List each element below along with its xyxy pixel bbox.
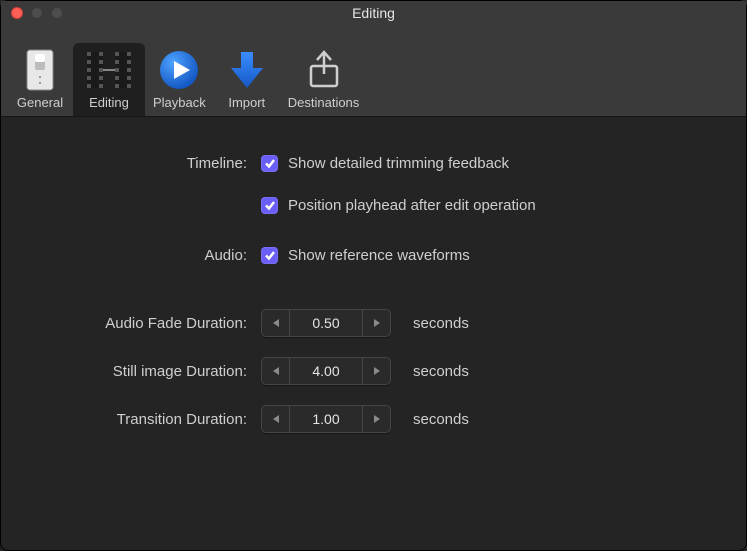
checkbox-reference-waveforms[interactable] <box>261 247 278 264</box>
unit-label: seconds <box>413 363 469 380</box>
transition-label: Transition Duration: <box>41 411 261 428</box>
tab-label: Import <box>228 95 265 110</box>
editing-pane: Timeline: Show detailed trimming feedbac… <box>1 117 746 433</box>
tab-label: Editing <box>89 95 129 110</box>
tab-editing[interactable]: Editing <box>73 43 145 116</box>
stepper-value[interactable]: 1.00 <box>290 406 362 432</box>
tab-import[interactable]: Import <box>214 43 280 116</box>
stepper-decrement[interactable] <box>262 406 290 432</box>
window-title: Editing <box>1 5 746 21</box>
stepper-value[interactable]: 0.50 <box>290 310 362 336</box>
stepper-decrement[interactable] <box>262 358 290 384</box>
checkbox-trimming-feedback[interactable] <box>261 155 278 172</box>
tab-label: General <box>17 95 63 110</box>
audio-label: Audio: <box>41 247 261 264</box>
stepper-value[interactable]: 4.00 <box>290 358 362 384</box>
unit-label: seconds <box>413 315 469 332</box>
tab-label: Destinations <box>288 95 360 110</box>
minimize-window-button[interactable] <box>31 7 43 19</box>
stepper-increment[interactable] <box>362 358 390 384</box>
preferences-toolbar: General <box>1 25 746 117</box>
still-image-label: Still image Duration: <box>41 363 261 380</box>
playback-icon <box>157 47 201 93</box>
titlebar: Editing <box>1 1 746 25</box>
tab-general[interactable]: General <box>7 43 73 116</box>
close-window-button[interactable] <box>11 7 23 19</box>
window-controls <box>11 7 63 19</box>
tab-destinations[interactable]: Destinations <box>280 43 368 116</box>
checkbox-label: Show reference waveforms <box>288 247 470 264</box>
zoom-window-button[interactable] <box>51 7 63 19</box>
checkbox-label: Position playhead after edit operation <box>288 197 536 214</box>
destinations-icon <box>305 47 343 93</box>
audio-fade-label: Audio Fade Duration: <box>41 315 261 332</box>
transition-stepper[interactable]: 1.00 <box>261 405 391 433</box>
stepper-increment[interactable] <box>362 310 390 336</box>
unit-label: seconds <box>413 411 469 428</box>
still-image-stepper[interactable]: 4.00 <box>261 357 391 385</box>
audio-fade-stepper[interactable]: 0.50 <box>261 309 391 337</box>
stepper-increment[interactable] <box>362 406 390 432</box>
checkbox-label: Show detailed trimming feedback <box>288 155 509 172</box>
tab-playback[interactable]: Playback <box>145 43 214 116</box>
timeline-label: Timeline: <box>41 155 261 172</box>
checkbox-position-playhead[interactable] <box>261 197 278 214</box>
stepper-decrement[interactable] <box>262 310 290 336</box>
general-icon <box>23 47 57 93</box>
tab-label: Playback <box>153 95 206 110</box>
editing-icon <box>81 47 137 93</box>
import-icon <box>227 47 267 93</box>
